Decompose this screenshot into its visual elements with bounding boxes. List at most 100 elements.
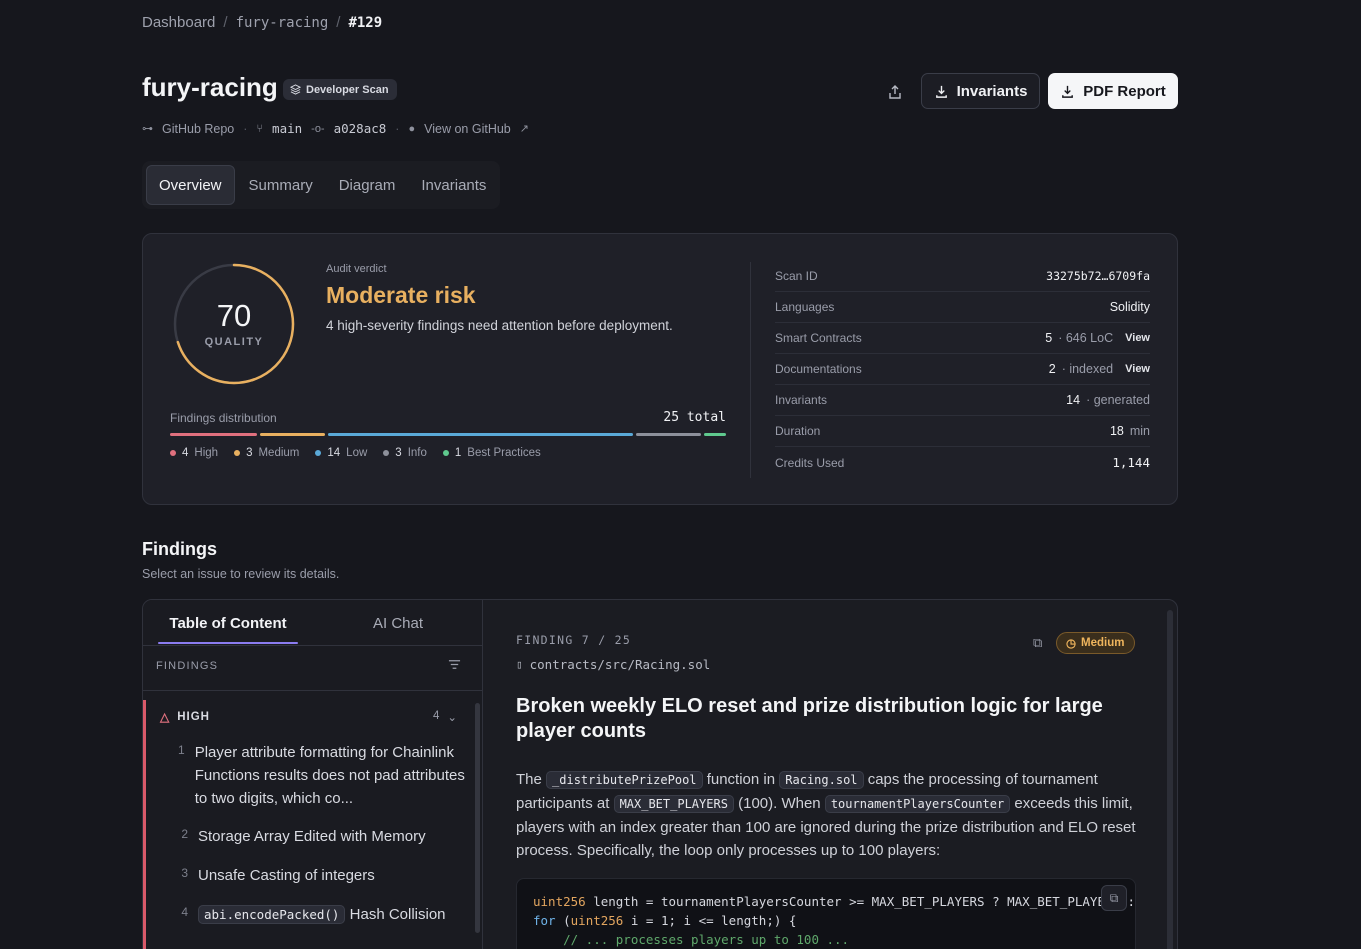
copy-icon[interactable]: ⧉ — [1033, 635, 1042, 651]
distribution-total: 25 total — [663, 410, 726, 425]
finding-file-path: ▯ contracts/src/Racing.sol — [516, 657, 711, 672]
distribution-segment-high — [170, 433, 258, 436]
share-button[interactable] — [880, 77, 910, 107]
stat-languages: Languages Solidity — [775, 292, 1150, 323]
meta-separator: · — [243, 121, 248, 136]
share-icon — [889, 85, 901, 99]
branch-icon: ⑂ — [256, 122, 264, 135]
chevron-down-icon: ⌄ — [447, 712, 458, 724]
legend-dot — [315, 450, 322, 456]
tab-ai-chat[interactable]: AI Chat — [313, 600, 483, 646]
findings-subheading: Select an issue to review its details. — [142, 567, 340, 581]
findings-sidebar: Table of Content AI Chat FINDINGS △ HIGH… — [143, 600, 483, 949]
page-title: fury-racing — [142, 72, 278, 102]
legend-dot — [170, 450, 176, 456]
download-icon — [1062, 85, 1074, 98]
severity-group-high[interactable]: △ HIGH — [160, 710, 210, 724]
view-contracts-link[interactable]: View — [1125, 332, 1150, 344]
verdict-description: 4 high-severity findings need attention … — [326, 318, 673, 333]
legend-info: 3 Info — [383, 447, 427, 459]
filter-icon — [448, 660, 461, 669]
commit-hash: a028ac8 — [333, 121, 387, 136]
detail-scrollbar[interactable] — [1167, 610, 1173, 949]
active-tab-indicator — [158, 642, 298, 644]
clock-icon: ◷ — [1066, 638, 1077, 650]
breadcrumb-repo[interactable]: fury-racing — [236, 15, 329, 31]
tab-diagram[interactable]: Diagram — [327, 165, 408, 205]
source-label: GitHub Repo — [162, 121, 235, 136]
external-link-icon: ↗ — [519, 123, 529, 135]
legend-best-practices: 1 Best Practices — [442, 447, 541, 459]
sidebar-scrollbar[interactable] — [475, 703, 480, 933]
distribution-segment-best-practices — [704, 433, 726, 436]
github-link[interactable]: View on GitHub — [424, 122, 511, 136]
tab-summary[interactable]: Summary — [237, 165, 325, 205]
finding-counter: FINDING 7 / 25 — [516, 633, 632, 647]
distribution-segment-medium — [260, 433, 326, 436]
legend-medium: 3 Medium — [234, 447, 299, 459]
tab-invariants[interactable]: Invariants — [409, 165, 498, 205]
breadcrumb-separator: / — [336, 14, 341, 31]
finding-item[interactable]: 3 Unsafe Casting of integers — [178, 864, 468, 887]
card-divider — [750, 262, 751, 478]
invariants-button-label: Invariants — [956, 82, 1028, 100]
distribution-label: Findings distribution — [170, 411, 277, 425]
code-block: uint256 length = tournamentPlayersCounte… — [516, 878, 1136, 949]
distribution-segment-low — [328, 433, 633, 436]
findings-heading: Findings — [142, 539, 217, 559]
distribution-segment-info — [635, 433, 702, 436]
stat-smart-contracts: Smart Contracts 5 · 646 LoC View — [775, 323, 1150, 354]
stat-scan-id: Scan ID 33275b72…6709fa — [775, 261, 1150, 292]
stat-documentations: Documentations 2 · indexed View — [775, 354, 1150, 385]
finding-description: The _distributePrizePool function in Rac… — [516, 771, 1136, 859]
legend-high: 4 High — [170, 447, 218, 459]
high-severity-bar — [143, 700, 146, 949]
findings-panel: Table of Content AI Chat FINDINGS △ HIGH… — [142, 599, 1178, 949]
invariants-download-button[interactable]: Invariants — [921, 73, 1040, 109]
copy-code-button[interactable]: ⧉ — [1101, 885, 1127, 911]
legend-dot — [442, 450, 449, 456]
github-icon: ● — [408, 122, 416, 135]
warning-icon: △ — [160, 710, 171, 724]
file-icon: ▯ — [516, 658, 523, 671]
verdict-label: Audit verdict — [326, 263, 387, 275]
verdict-title: Moderate risk — [326, 282, 476, 308]
tab-overview[interactable]: Overview — [146, 165, 235, 205]
severity-badge: ◷ Medium — [1056, 632, 1135, 654]
filter-button[interactable] — [448, 658, 461, 674]
commit-icon: -o- — [311, 122, 325, 135]
meta-separator: · — [395, 121, 400, 136]
breadcrumb: Dashboard / fury-racing / #129 — [142, 14, 382, 31]
branch-name: main — [272, 121, 303, 136]
finding-item[interactable]: 4 abi.encodePacked() Hash Collision — [178, 903, 468, 926]
layers-icon — [290, 84, 301, 95]
breadcrumb-dashboard[interactable]: Dashboard — [142, 14, 215, 31]
pdf-report-button[interactable]: PDF Report — [1048, 73, 1178, 109]
copy-icon: ⧉ — [1109, 890, 1119, 905]
finding-item[interactable]: 1 Player attribute formatting for Chainl… — [178, 741, 468, 810]
scan-type-label: Developer Scan — [306, 83, 389, 96]
view-docs-link[interactable]: View — [1125, 363, 1150, 375]
finding-title: Broken weekly ELO reset and prize distri… — [516, 695, 1103, 742]
pdf-button-label: PDF Report — [1083, 82, 1166, 100]
scan-stats: Scan ID 33275b72…6709fa Languages Solidi… — [775, 261, 1150, 478]
stat-duration: Duration 18 min — [775, 416, 1150, 447]
breadcrumb-separator: / — [223, 14, 228, 31]
stat-credits: Credits Used 1,144 — [775, 455, 1150, 470]
tab-table-of-content[interactable]: Table of Content — [143, 600, 313, 646]
download-icon — [935, 85, 947, 98]
legend-dot — [234, 450, 241, 456]
severity-group-count[interactable]: 4 ⌄ — [433, 710, 457, 724]
scan-type-badge: Developer Scan — [283, 79, 397, 100]
distribution-legend: 4 High 3 Medium 14 Low 3 Info 1 Best Practice… — [170, 447, 541, 459]
stat-invariants: Invariants 14 · generated — [775, 385, 1150, 416]
breadcrumb-current: #129 — [348, 14, 383, 31]
finding-detail: FINDING 7 / 25 ▯ contracts/src/Racing.so… — [516, 600, 1171, 949]
repo-meta: ⊶ GitHub Repo · ⑂ main -o- a028ac8 · ● V… — [142, 121, 529, 136]
link-icon: ⊶ — [142, 123, 153, 135]
quality-score: 70 — [216, 298, 252, 333]
legend-low: 14 Low — [315, 447, 367, 459]
quality-label: QUALITY — [204, 336, 264, 348]
finding-item[interactable]: 2 Storage Array Edited with Memory — [178, 825, 468, 848]
view-tabs: Overview Summary Diagram Invariants — [142, 161, 500, 209]
